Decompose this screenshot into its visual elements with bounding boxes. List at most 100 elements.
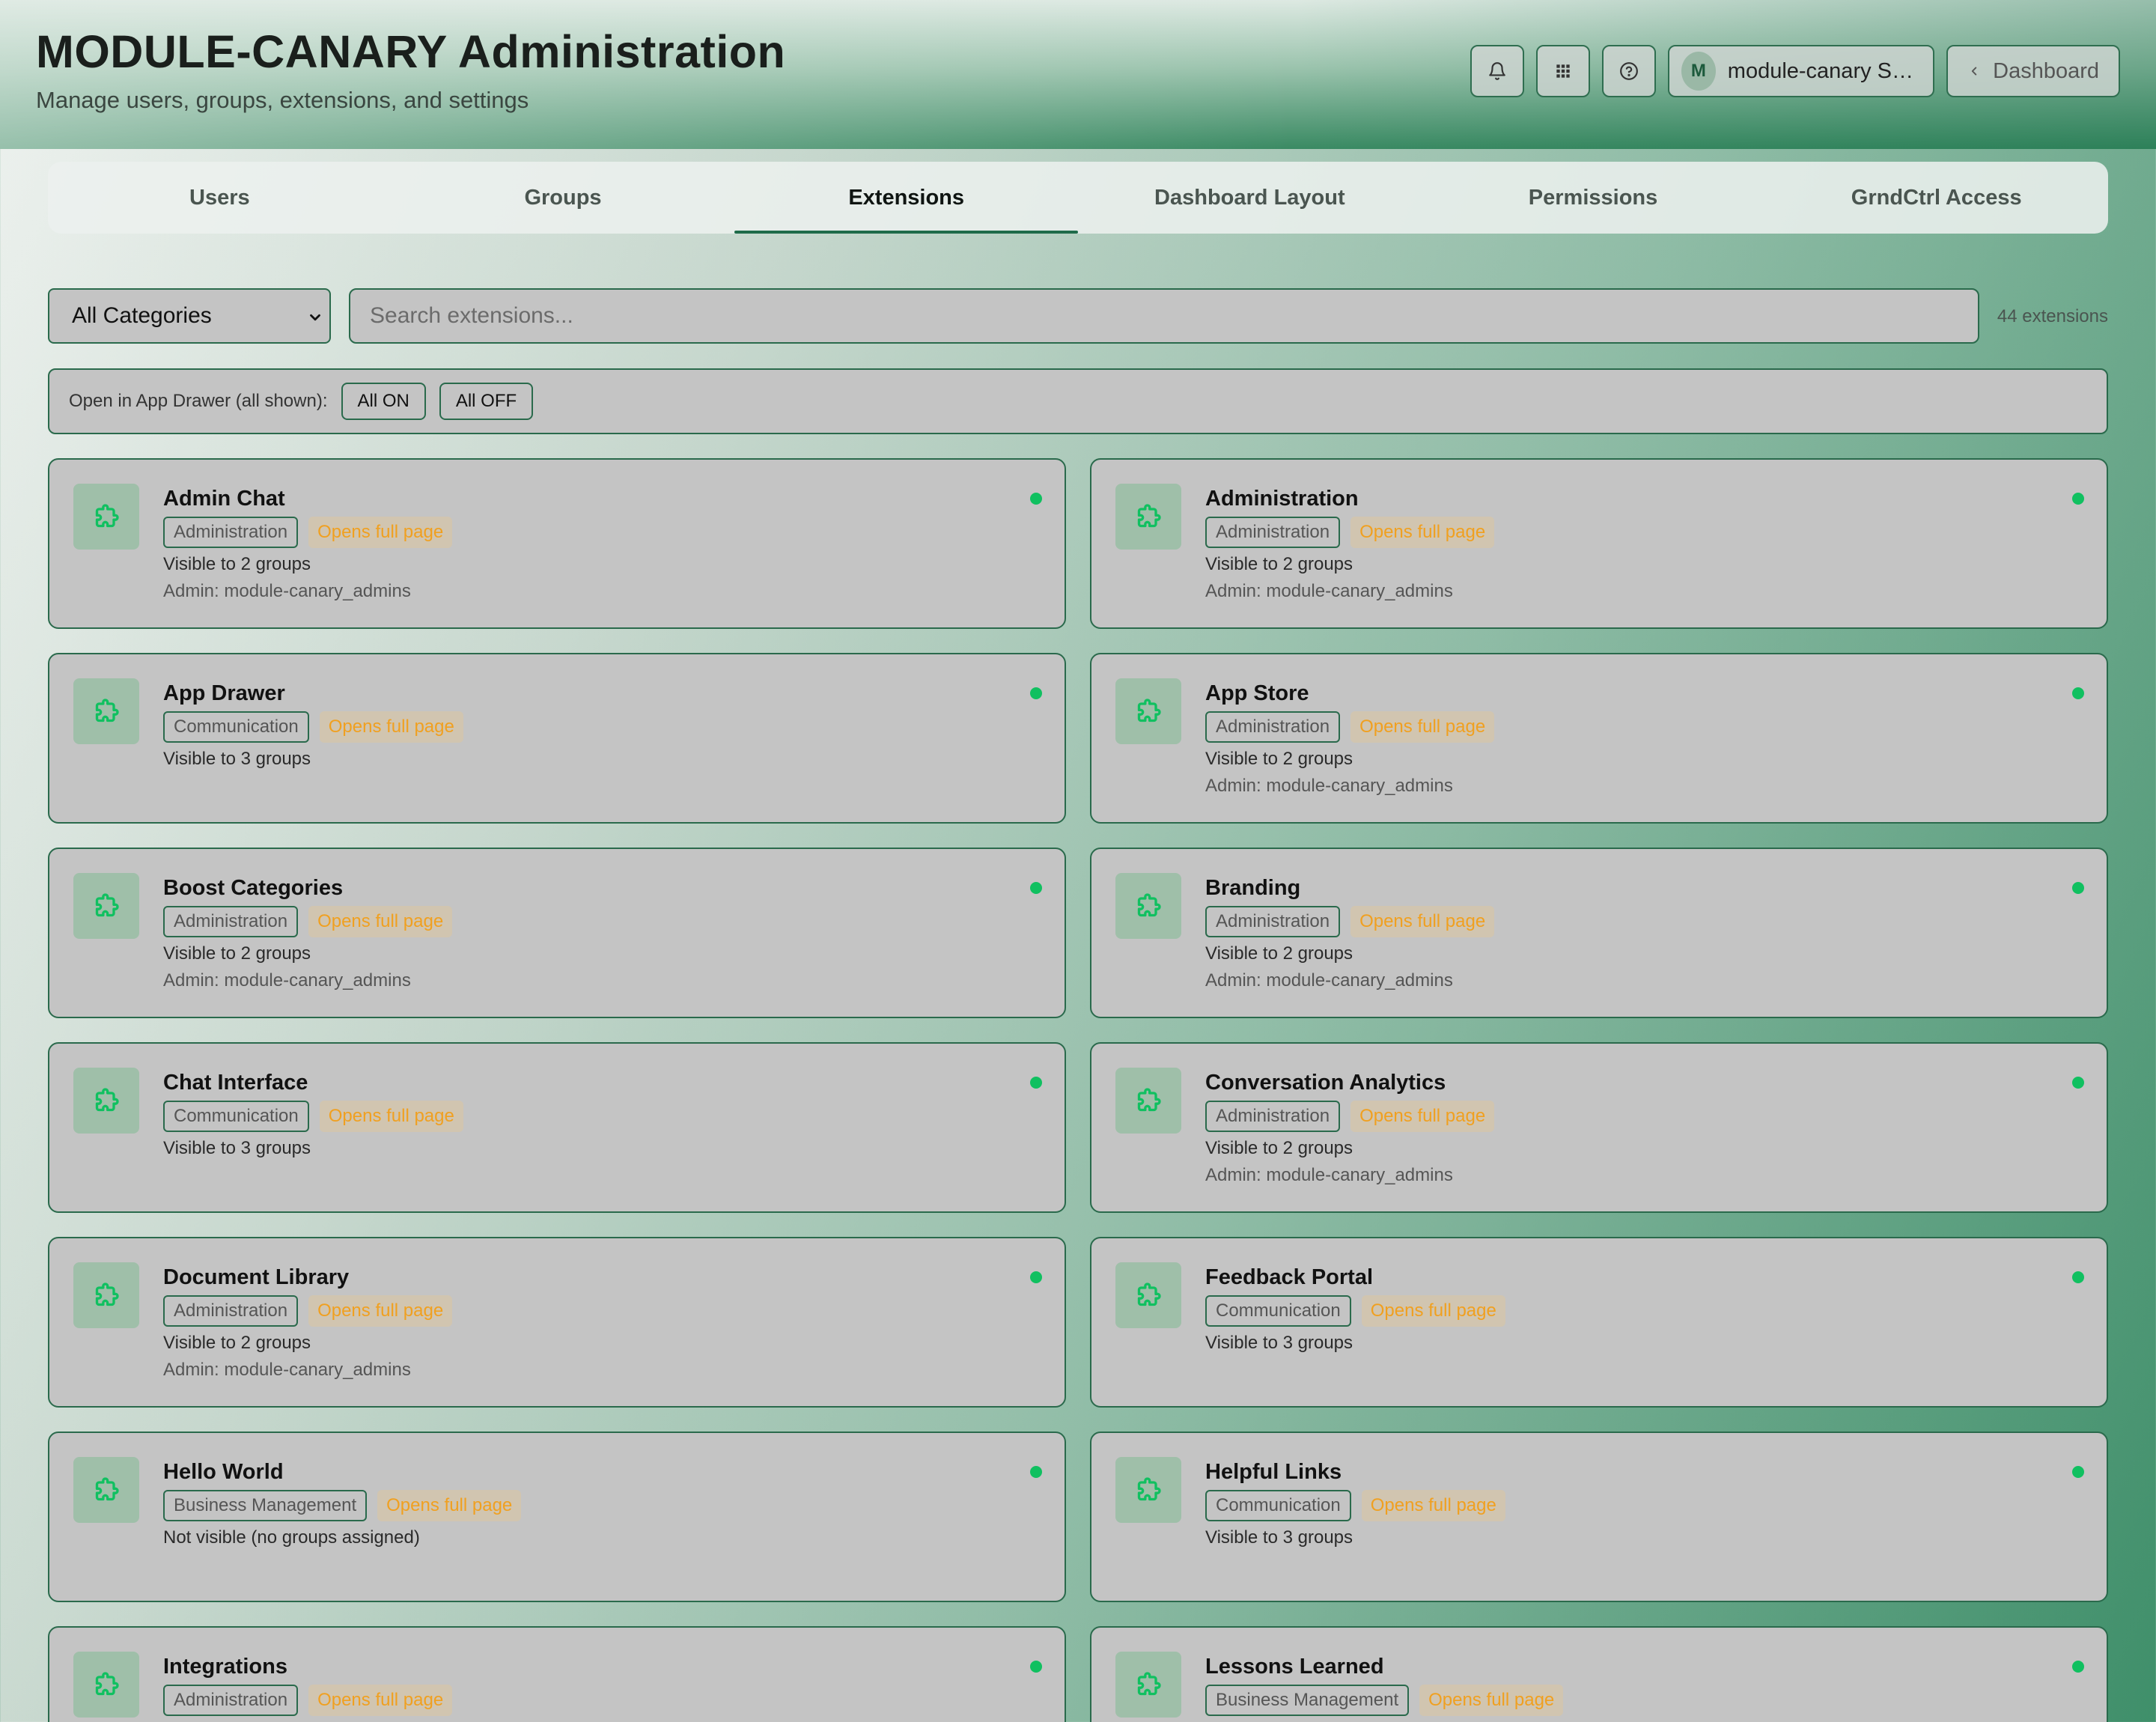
puzzle-icon xyxy=(1133,1280,1163,1310)
status-dot xyxy=(2072,882,2084,894)
extension-icon-tile xyxy=(73,1652,139,1718)
opens-full-page-badge: Opens full page xyxy=(377,1490,522,1521)
category-select-value: All Categories xyxy=(72,303,212,328)
extension-title: App Store xyxy=(1205,681,1309,705)
visibility-text: Visible to 2 groups xyxy=(1205,1138,1353,1158)
chevron-down-icon xyxy=(310,314,320,321)
category-badge: Communication xyxy=(163,1101,309,1132)
user-name: module-canary S… xyxy=(1727,58,1913,83)
tab-grndctrl-access[interactable]: GrndCtrl Access xyxy=(1764,162,2108,234)
status-dot xyxy=(2072,1661,2084,1673)
visibility-text: Visible to 3 groups xyxy=(1205,1333,1353,1353)
user-menu-button[interactable]: M module-canary S… xyxy=(1668,45,1934,97)
visibility-text: Visible to 2 groups xyxy=(163,943,311,964)
category-badge: Administration xyxy=(1205,1101,1341,1132)
extension-card[interactable]: Administration Administration Opens full p… xyxy=(1090,458,2108,629)
visibility-text: Visible to 3 groups xyxy=(1205,1527,1353,1548)
puzzle-icon xyxy=(1133,891,1163,921)
admin-text: Admin: module-canary_admins xyxy=(1205,1165,1453,1185)
all-off-button[interactable]: All OFF xyxy=(439,383,534,420)
extension-icon-tile xyxy=(73,1262,139,1328)
extension-card[interactable]: Chat Interface Communication Opens full pa… xyxy=(48,1042,1066,1213)
opens-full-page-badge: Opens full page xyxy=(1350,1101,1495,1132)
page-subtitle: Manage users, groups, extensions, and se… xyxy=(36,87,529,113)
extension-icon-tile xyxy=(73,873,139,939)
filter-row: All Categories Search extensions... 44 e… xyxy=(48,288,2108,344)
visibility-text: Visible to 3 groups xyxy=(163,1138,311,1158)
visibility-text: Visible to 2 groups xyxy=(1205,749,1353,769)
extension-title: Administration xyxy=(1205,487,1359,511)
extension-icon-tile xyxy=(1115,1068,1181,1134)
extension-tags: Communication Opens full page xyxy=(1205,1295,1505,1327)
extension-card[interactable]: Conversation Analytics Administration Open… xyxy=(1090,1042,2108,1213)
extension-title: Helpful Links xyxy=(1205,1460,1342,1484)
extension-title: Boost Categories xyxy=(163,876,344,900)
extension-card[interactable]: Feedback Portal Communication Opens full p… xyxy=(1090,1237,2108,1408)
apps-button[interactable] xyxy=(1536,45,1590,97)
visibility-text: Visible to 2 groups xyxy=(163,1333,311,1353)
extension-title: App Drawer xyxy=(163,681,285,705)
status-dot xyxy=(2072,1077,2084,1089)
category-select[interactable]: All Categories xyxy=(48,288,331,344)
extension-tags: Administration Opens full page xyxy=(1205,517,1495,548)
extension-icon-tile xyxy=(73,1457,139,1523)
status-dot xyxy=(2072,1466,2084,1478)
opens-full-page-badge: Opens full page xyxy=(1361,1490,1505,1521)
extension-title: Integrations xyxy=(163,1655,287,1679)
extension-card[interactable]: App Store Administration Opens full page Vi… xyxy=(1090,653,2108,824)
extension-icon-tile xyxy=(1115,1262,1181,1328)
category-badge: Communication xyxy=(1205,1295,1351,1327)
extension-title: Lessons Learned xyxy=(1205,1655,1384,1679)
all-on-button[interactable]: All ON xyxy=(341,383,426,420)
puzzle-icon xyxy=(1133,696,1163,726)
category-badge: Administration xyxy=(1205,711,1341,743)
category-badge: Business Management xyxy=(163,1490,368,1521)
opens-full-page-badge: Opens full page xyxy=(308,1685,453,1716)
extension-tags: Business Management Opens full page xyxy=(163,1490,522,1521)
category-badge: Administration xyxy=(1205,906,1341,937)
extension-card[interactable]: Hello World Business Management Opens full… xyxy=(48,1432,1066,1602)
extension-card[interactable]: Helpful Links Communication Opens full pag… xyxy=(1090,1432,2108,1602)
tab-groups[interactable]: Groups xyxy=(392,162,735,234)
extension-card[interactable]: Integrations Administration Opens full pag… xyxy=(48,1626,1066,1722)
extension-tags: Administration Opens full page xyxy=(163,1685,453,1716)
puzzle-icon xyxy=(91,891,121,921)
extension-tags: Business Management Opens full page xyxy=(1205,1685,1564,1716)
tab-dashboard-layout[interactable]: Dashboard Layout xyxy=(1078,162,1422,234)
opens-full-page-badge: Opens full page xyxy=(308,1295,453,1327)
opens-full-page-badge: Opens full page xyxy=(1419,1685,1564,1716)
admin-text: Admin: module-canary_admins xyxy=(1205,581,1453,601)
tab-users[interactable]: Users xyxy=(48,162,392,234)
bell-icon xyxy=(1489,62,1505,80)
search-input[interactable]: Search extensions... xyxy=(349,288,1979,344)
extension-tags: Communication Opens full page xyxy=(1205,1490,1505,1521)
tab-permissions[interactable]: Permissions xyxy=(1422,162,1765,234)
tab-bar: Users Groups Extensions Dashboard Layout… xyxy=(48,162,2108,234)
extension-card[interactable]: Branding Administration Opens full page Vis… xyxy=(1090,848,2108,1018)
admin-text: Admin: module-canary_admins xyxy=(163,581,411,601)
dashboard-button[interactable]: Dashboard xyxy=(1946,45,2120,97)
extension-card[interactable]: App Drawer Communication Opens full page Vi… xyxy=(48,653,1066,824)
extension-card[interactable]: Lessons Learned Business Management Opens … xyxy=(1090,1626,2108,1722)
puzzle-icon xyxy=(91,1475,121,1505)
extension-icon-tile xyxy=(73,1068,139,1134)
status-dot xyxy=(1030,1271,1042,1283)
puzzle-icon xyxy=(91,502,121,532)
extension-title: Chat Interface xyxy=(163,1071,308,1095)
app-drawer-bar: Open in App Drawer (all shown): All ON A… xyxy=(48,368,2108,434)
help-button[interactable] xyxy=(1602,45,1656,97)
extension-card[interactable]: Admin Chat Administration Opens full page V… xyxy=(48,458,1066,629)
extension-tags: Administration Opens full page xyxy=(163,906,453,937)
extension-icon-tile xyxy=(1115,484,1181,550)
notifications-button[interactable] xyxy=(1470,45,1524,97)
extension-tags: Administration Opens full page xyxy=(163,517,453,548)
tab-extensions[interactable]: Extensions xyxy=(734,162,1078,234)
extension-card[interactable]: Boost Categories Administration Opens full… xyxy=(48,848,1066,1018)
extension-card[interactable]: Document Library Administration Opens full… xyxy=(48,1237,1066,1408)
puzzle-icon xyxy=(91,1086,121,1116)
category-badge: Communication xyxy=(163,711,309,743)
puzzle-icon xyxy=(1133,1086,1163,1116)
extension-title: Branding xyxy=(1205,876,1301,900)
opens-full-page-badge: Opens full page xyxy=(319,1101,463,1132)
extension-tags: Communication Opens full page xyxy=(163,711,463,743)
